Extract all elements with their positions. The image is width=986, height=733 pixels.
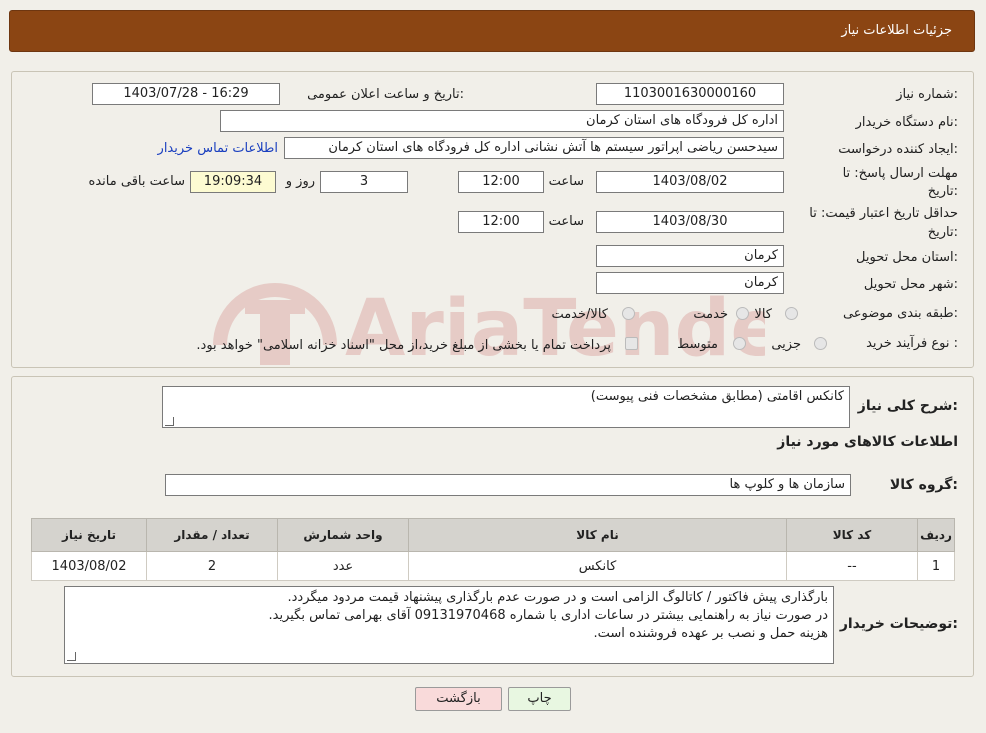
- process-type-label: نوع فرآیند خرید :: [866, 336, 958, 351]
- need-number-field: 1103001630000160: [596, 83, 784, 105]
- process-treasury-note: پرداخت تمام یا بخشی از مبلغ خرید،از محل …: [196, 338, 611, 353]
- category-radio-goods[interactable]: [785, 307, 798, 320]
- validity-time-label: ساعت: [548, 214, 584, 229]
- table-header-row: ردیف کد کالا نام کالا واحد شمارش تعداد /…: [31, 518, 955, 552]
- cell-goods-name: کانکس: [408, 551, 787, 581]
- general-desc-field: کانکس اقامتی (مطابق مشخصات فنی پیوست): [162, 386, 850, 428]
- cell-quantity: 2: [146, 551, 278, 581]
- city-field: کرمان: [596, 272, 784, 294]
- announce-date-label: تاریخ و ساعت اعلان عمومی:: [307, 87, 464, 102]
- cell-unit: عدد: [277, 551, 409, 581]
- buyer-notes-field: بارگذاری پیش فاکتور / کاتالوگ الزامی است…: [64, 586, 834, 664]
- col-quantity: تعداد / مقدار: [146, 518, 278, 552]
- process-option-medium: متوسط: [677, 337, 718, 352]
- need-number-label: شماره نیاز:: [896, 87, 958, 102]
- page-title: جزئیات اطلاعات نیاز: [841, 23, 952, 38]
- buyer-org-label: نام دستگاه خریدار:: [855, 115, 958, 130]
- col-row-number: ردیف: [917, 518, 955, 552]
- deadline-date-field: 1403/08/02: [596, 171, 784, 193]
- province-label: استان محل تحویل:: [856, 250, 958, 265]
- process-option-minor: جزیی: [771, 337, 801, 352]
- goods-info-title: اطلاعات کالاهای مورد نیاز: [777, 434, 958, 450]
- buyer-note-line: هزینه حمل و نصب بر عهده فروشنده است.: [593, 626, 829, 641]
- goods-group-field: سازمان ها و کلوپ ها: [165, 474, 851, 496]
- general-desc-label: شرح کلی نیاز:: [857, 398, 958, 414]
- validity-date-field: 1403/08/30: [596, 211, 784, 233]
- category-radio-goods-service[interactable]: [622, 307, 635, 320]
- process-checkbox-treasury[interactable]: [625, 337, 638, 350]
- buyer-org-field: اداره کل فرودگاه های استان کرمان: [220, 110, 784, 132]
- general-desc-resize-handle[interactable]: [165, 417, 174, 426]
- deadline-label-line2: تاریخ:: [927, 184, 958, 199]
- category-option-service: خدمت: [693, 307, 728, 322]
- validity-time-field: 12:00: [458, 211, 544, 233]
- process-radio-minor[interactable]: [814, 337, 827, 350]
- buyer-contact-link[interactable]: اطلاعات تماس خریدار: [158, 141, 278, 156]
- col-goods-name: نام کالا: [408, 518, 787, 552]
- requester-label: ایجاد کننده درخواست:: [838, 142, 958, 157]
- buyer-notes-resize-handle[interactable]: [67, 652, 76, 661]
- col-goods-code: کد کالا: [786, 518, 918, 552]
- city-label: شهر محل تحویل:: [863, 277, 958, 292]
- category-label: طبقه بندی موضوعی:: [842, 306, 958, 321]
- announce-date-field: 1403/07/28 - 16:29: [92, 83, 280, 105]
- goods-table: ردیف کد کالا نام کالا واحد شمارش تعداد /…: [31, 518, 955, 581]
- category-radio-service[interactable]: [736, 307, 749, 320]
- validity-label-line1: حداقل تاریخ اعتبار قیمت: تا: [809, 206, 958, 221]
- goods-group-label: گروه کالا:: [889, 477, 958, 493]
- cell-row-number: 1: [917, 551, 955, 581]
- days-remaining-field: 3: [320, 171, 408, 193]
- col-unit: واحد شمارش: [277, 518, 409, 552]
- deadline-time-field: 12:00: [458, 171, 544, 193]
- buyer-note-line: بارگذاری پیش فاکتور / کاتالوگ الزامی است…: [287, 590, 828, 605]
- page-header: جزئیات اطلاعات نیاز: [9, 10, 975, 52]
- province-field: کرمان: [596, 245, 784, 267]
- requester-field: سیدحسن ریاضی اپراتور سیستم ها آتش نشانی …: [284, 137, 784, 159]
- days-label: روز و: [285, 174, 315, 189]
- process-radio-medium[interactable]: [733, 337, 746, 350]
- deadline-time-label: ساعت: [548, 174, 584, 189]
- cell-goods-code: --: [786, 551, 918, 581]
- cell-need-date: 1403/08/02: [31, 551, 147, 581]
- table-row: 1 -- کانکس عدد 2 1403/08/02: [31, 551, 955, 581]
- validity-label-line2: تاریخ:: [927, 225, 958, 240]
- deadline-label-line1: مهلت ارسال پاسخ: تا: [842, 166, 958, 181]
- category-option-goods: کالا: [754, 307, 772, 322]
- remaining-time-field: 19:09:34: [190, 171, 276, 193]
- category-option-goods-service: کالا/خدمت: [551, 307, 608, 322]
- back-button[interactable]: بازگشت: [415, 687, 502, 711]
- print-button[interactable]: چاپ: [508, 687, 571, 711]
- col-need-date: تاریخ نیاز: [31, 518, 147, 552]
- buyer-notes-label: توضیحات خریدار:: [839, 616, 958, 632]
- buyer-note-line: در صورت نیاز به راهنمایی بیشتر در ساعات …: [268, 608, 828, 623]
- remaining-time-label: ساعت باقی مانده: [88, 174, 185, 189]
